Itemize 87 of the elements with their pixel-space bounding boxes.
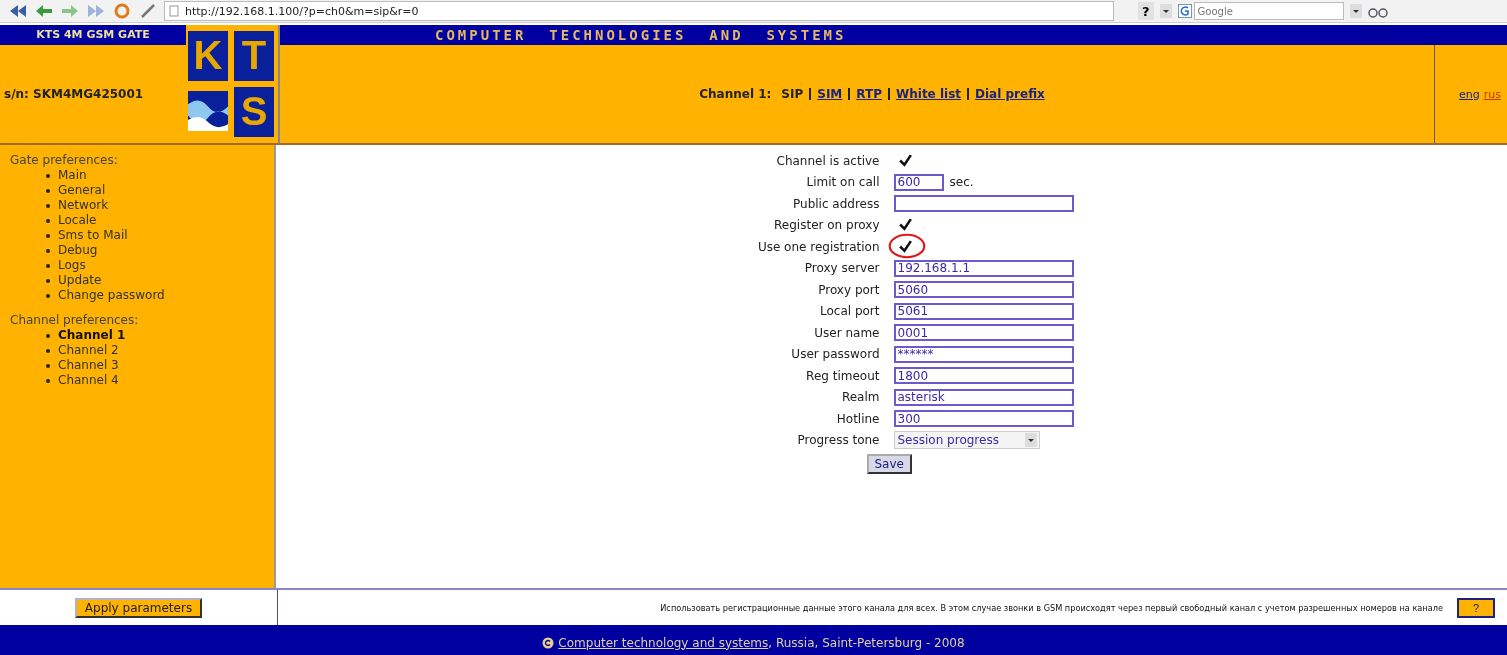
channel-tab[interactable]: SIP (781, 87, 804, 101)
input-field[interactable]: 5061 (893, 302, 1074, 320)
sidebar-item[interactable]: Update (58, 273, 102, 288)
reload-icon[interactable] (112, 3, 132, 19)
sidebar-heading: Gate preferences: (10, 153, 119, 168)
field-label: Proxy server (803, 261, 881, 276)
sidebar-item[interactable]: Network (58, 198, 109, 213)
channel-tab[interactable]: Dial prefix (975, 87, 1045, 101)
bullet-icon (46, 378, 50, 383)
bullet-icon (46, 278, 50, 283)
search-field[interactable]: Google (1193, 2, 1344, 20)
checkbox[interactable] (897, 238, 913, 254)
sidebar-item[interactable]: Channel 1 (58, 328, 126, 343)
field-label: Channel is active (775, 153, 881, 168)
page-icon (169, 5, 179, 17)
bullet-icon (46, 218, 50, 223)
logo-letter: T (234, 31, 274, 81)
field-label: Public address (792, 196, 881, 211)
bullet-icon (46, 333, 50, 338)
address-field[interactable]: http://192.168.1.100/?p=ch0&m=sip&r=0 (164, 1, 1114, 21)
field-label: Local port (819, 304, 881, 319)
dropdown-icon[interactable] (1159, 4, 1172, 18)
sidebar-item[interactable]: General (58, 183, 106, 198)
bullet-icon (46, 263, 50, 268)
field-label: Reg timeout (805, 368, 881, 383)
bullet-icon (46, 348, 50, 353)
serial-number: s/n: SKM4MG425001 (3, 86, 145, 103)
dropdown-icon[interactable] (1349, 4, 1362, 18)
field-label: User password (790, 347, 881, 362)
logo-letter: S (234, 87, 274, 137)
sidebar-item[interactable]: Channel 2 (58, 343, 119, 358)
sidebar-item[interactable]: Channel 4 (58, 373, 119, 388)
input-field[interactable]: 600 (893, 173, 944, 191)
sidebar-item[interactable]: Locale (58, 213, 97, 228)
field-label: User name (813, 325, 881, 340)
input-field[interactable]: 192.168.1.1 (893, 259, 1074, 277)
channel-tab[interactable]: SIM (817, 87, 843, 101)
input-field[interactable] (893, 195, 1074, 213)
site-title: COMPUTER TECHNOLOGIES AND SYSTEMS (435, 27, 847, 43)
field-label: Use one registration (756, 239, 881, 254)
bullet-icon (46, 363, 50, 368)
back-icon[interactable] (8, 3, 28, 19)
channel-tab[interactable]: RTP (856, 87, 882, 101)
hint-text: Использовать регистрационные данные этого канала для всех. В этом случае звонки в GSM происходят через первый свободный канал с учетом разрешенных номеров на канале (660, 602, 1443, 613)
input-field[interactable]: 1800 (893, 367, 1074, 385)
back-arrow-icon[interactable] (34, 3, 54, 19)
google-icon[interactable] (1177, 4, 1192, 18)
sidebar-heading: Channel preferences: (10, 313, 140, 328)
help-button[interactable]: ? (1457, 597, 1495, 618)
sidebar-item[interactable]: Channel 3 (58, 358, 119, 373)
input-field[interactable]: 5060 (893, 281, 1074, 299)
dropdown-icon (1024, 433, 1037, 448)
checkbox[interactable] (897, 152, 913, 168)
bullet-icon (46, 188, 50, 193)
copyright-icon (542, 636, 555, 649)
sidebar-item[interactable]: Main (58, 168, 87, 183)
input-field[interactable]: ****** (893, 345, 1074, 363)
field-label: Proxy port (817, 282, 881, 297)
language-link[interactable]: eng (1459, 87, 1480, 101)
sidebar-item[interactable]: Debug (58, 243, 98, 258)
footer-text: , Russia, Saint-Petersburg - 2008 (768, 635, 965, 650)
field-label: Register on proxy (773, 218, 881, 233)
help-button[interactable]: ? (1138, 2, 1154, 20)
field-label: Realm (840, 390, 881, 405)
bullet-icon (46, 233, 50, 238)
bullet-icon (46, 293, 50, 298)
checkbox[interactable] (897, 217, 913, 233)
product-name: KTS 4M GSM GATE (0, 25, 186, 45)
channel-tab[interactable]: White list (896, 87, 962, 101)
bullet-icon (46, 173, 50, 178)
field-label: Progress tone (796, 433, 881, 448)
input-field[interactable]: asterisk (893, 388, 1074, 406)
sidebar-item[interactable]: Change password (58, 288, 165, 303)
sidebar-item[interactable]: Sms to Mail (58, 228, 128, 243)
bullet-icon (46, 248, 50, 253)
field-label: Limit on call (805, 175, 881, 190)
save-button[interactable]: Save (866, 454, 912, 474)
input-field[interactable]: 0001 (893, 324, 1074, 342)
bullet-icon (46, 203, 50, 208)
logo-letter: K (188, 31, 228, 81)
unit-label: sec. (949, 175, 974, 190)
select-field[interactable]: Session progress (893, 431, 1040, 450)
apply-button[interactable]: Apply parameters (74, 597, 203, 618)
channel-label: Channel 1: (699, 87, 772, 101)
field-label: Hotline (835, 411, 881, 426)
input-field[interactable]: 300 (893, 410, 1074, 428)
sidebar-item[interactable]: Logs (58, 258, 86, 273)
